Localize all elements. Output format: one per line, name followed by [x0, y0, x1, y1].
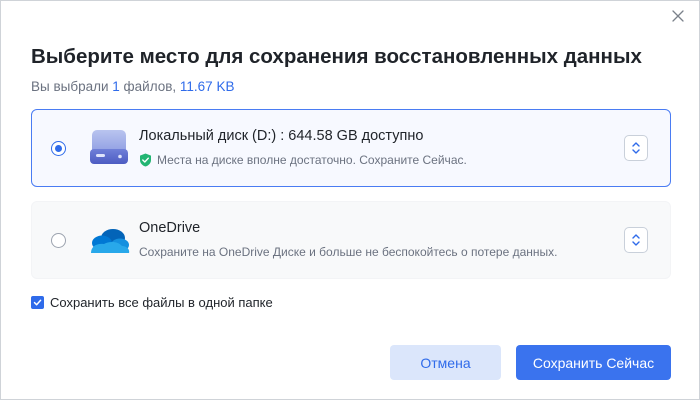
save-now-button[interactable]: Сохранить Сейчас: [516, 345, 671, 380]
onedrive-radio[interactable]: [51, 233, 66, 248]
option-onedrive[interactable]: OneDrive Сохраните на OneDrive Диске и б…: [31, 201, 671, 279]
close-button[interactable]: [667, 5, 689, 27]
onedrive-description: Сохраните на OneDrive Диске и больше не …: [139, 245, 557, 259]
chevron-up-down-icon: [632, 234, 640, 246]
summary-prefix: Вы выбрали: [31, 79, 113, 94]
close-icon: [672, 10, 684, 22]
same-folder-checkbox[interactable]: [31, 296, 44, 309]
chevron-up-down-icon: [632, 142, 640, 154]
same-folder-option[interactable]: Сохранить все файлы в одной папке: [31, 295, 273, 310]
same-folder-label: Сохранить все файлы в одной папке: [50, 295, 273, 310]
local-disk-radio[interactable]: [51, 141, 66, 156]
local-disk-desc-text: Места на диске вполне достаточно. Сохран…: [157, 153, 467, 167]
hard-drive-icon: [90, 130, 128, 164]
selection-summary: Вы выбрали 1 файлов, 11.67 KB: [31, 79, 234, 94]
local-disk-description: Места на диске вполне достаточно. Сохран…: [139, 153, 467, 167]
onedrive-desc-text: Сохраните на OneDrive Диске и больше не …: [139, 245, 558, 259]
total-size: 11.67 KB: [179, 79, 235, 94]
local-disk-location-stepper[interactable]: [624, 135, 648, 161]
onedrive-title: OneDrive: [139, 220, 201, 236]
file-count: 1: [112, 79, 120, 94]
dialog-title: Выберите место для сохранения восстановл…: [31, 45, 642, 68]
option-local-disk[interactable]: Локальный диск (D:) : 644.58 GB доступно…: [31, 109, 671, 187]
shield-check-icon: [140, 153, 151, 167]
local-disk-title: Локальный диск (D:) : 644.58 GB доступно: [139, 128, 424, 144]
summary-middle: файлов,: [119, 79, 180, 94]
save-location-dialog: Выберите место для сохранения восстановл…: [0, 0, 700, 400]
cancel-button[interactable]: Отмена: [390, 345, 501, 380]
onedrive-cloud-icon: [91, 229, 130, 253]
check-icon: [33, 299, 42, 306]
onedrive-location-stepper[interactable]: [624, 227, 648, 253]
